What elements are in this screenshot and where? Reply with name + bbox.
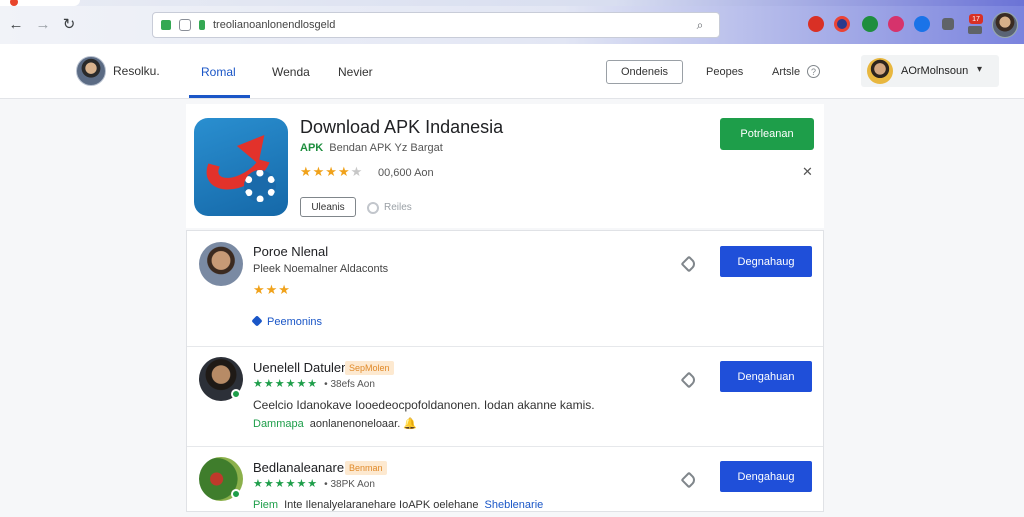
nav-tab-3[interactable]: Nevier xyxy=(338,65,373,79)
star-icons: ★★★★ xyxy=(300,164,351,179)
extension-chrome-icon[interactable] xyxy=(834,16,850,32)
footer-green-label[interactable]: Dammapa xyxy=(253,418,304,430)
reviewer-name[interactable]: Uenelell Datulen xyxy=(253,360,348,375)
app-sub-label[interactable]: Reiles xyxy=(384,202,412,213)
extension-pink-icon[interactable] xyxy=(888,16,904,32)
back-button[interactable]: ← xyxy=(6,14,26,34)
app-title: Download APK Indanesia xyxy=(300,117,504,137)
site-settings-icon[interactable] xyxy=(179,19,191,31)
footer-link[interactable]: Sheblenarie xyxy=(485,499,544,511)
app-header-card: Download APK Indanesia APK Bendan APK Yz … xyxy=(186,104,824,228)
tag-icon[interactable] xyxy=(680,471,698,489)
rating-stars: ★★★ xyxy=(253,282,291,297)
star-icons: ★★★★★★ xyxy=(253,478,319,490)
reviewer-subtitle: Pleek Noemalner Aldaconts xyxy=(253,263,389,275)
verified-icon xyxy=(231,389,241,399)
forward-button[interactable]: → xyxy=(33,14,53,34)
tag-icon[interactable] xyxy=(680,255,698,273)
app-icon xyxy=(194,118,288,216)
footer-green-label[interactable]: Piem xyxy=(253,499,278,511)
url-text[interactable]: treolianoanlonendlosgeld xyxy=(213,19,335,31)
status-badge: Benman xyxy=(345,461,387,475)
reload-button[interactable]: ↻ xyxy=(59,14,79,34)
review-link-label: Peemonins xyxy=(267,316,323,328)
secure-icon xyxy=(199,20,205,30)
reviewer-name[interactable]: Poroe Nlenal xyxy=(253,244,328,259)
app-review-count: 00,600 Aon xyxy=(378,167,434,179)
rating-stars: ★★★★★★ • 38efs Aon xyxy=(253,377,375,390)
download-button[interactable]: Dengahuan xyxy=(720,361,812,392)
install-button[interactable]: Potrleanan xyxy=(720,118,814,150)
circle-icon xyxy=(367,202,379,214)
developer-tag: APK xyxy=(300,142,324,154)
help-icon[interactable]: ? xyxy=(807,65,820,78)
list-item: Bedlanaleanarela Benman ★★★★★★ • 38PK Aon… xyxy=(187,447,823,517)
review-text: Ceelcio Idanokave Iooedeocpofoldanonen. … xyxy=(253,398,595,412)
gear-icon xyxy=(244,170,276,202)
list-item: Uenelell Datulen SepMolen ★★★★★★ • 38efs … xyxy=(187,347,823,447)
user-name: AOrMolnsoun xyxy=(901,65,969,77)
downloads-icon[interactable] xyxy=(968,26,982,34)
reviewer-name[interactable]: Bedlanaleanarela xyxy=(253,460,354,475)
chevron-down-icon: ▾ xyxy=(977,64,983,75)
star-empty-icon: ★ xyxy=(350,164,364,179)
extension-green-icon[interactable] xyxy=(862,16,878,32)
review-footer: Dammapa aonlanenoneloaar. 🔔 xyxy=(253,417,417,430)
review-meta: • 38efs Aon xyxy=(324,379,375,390)
review-list: Poroe Nlenal Pleek Noemalner Aldaconts ★… xyxy=(186,230,824,512)
extension-puzzle-icon[interactable] xyxy=(942,18,954,30)
people-link[interactable]: Peopes xyxy=(706,66,743,78)
link-icon xyxy=(251,315,263,327)
brand-name[interactable]: Resolku. xyxy=(113,64,160,78)
review-footer: Piem Inte Ilenalyelaranehare IoAPK oeleha… xyxy=(253,499,543,511)
extension-red-icon[interactable] xyxy=(808,16,824,32)
lock-icon[interactable] xyxy=(161,20,171,30)
status-badge: SepMolen xyxy=(345,361,394,375)
download-button[interactable]: Dengahaug xyxy=(720,461,812,492)
star-icons: ★★★★★★ xyxy=(253,378,319,390)
outline-header-button[interactable]: Ondeneis xyxy=(606,60,683,84)
extension-badge[interactable]: 17 xyxy=(969,14,983,24)
category-button[interactable]: Uleanis xyxy=(300,197,356,217)
download-button[interactable]: Degnahaug xyxy=(720,246,812,277)
list-item: Poroe Nlenal Pleek Noemalner Aldaconts ★… xyxy=(187,231,823,347)
footer-text: Inte Ilenalyelaranehare IoAPK oelehane xyxy=(284,499,479,511)
rating-stars: ★★★★★★ • 38PK Aon xyxy=(253,477,375,490)
close-icon[interactable]: ✕ xyxy=(802,164,813,180)
address-bar[interactable]: treolianoanlonendlosgeld ⌕ xyxy=(152,12,720,38)
verified-icon xyxy=(231,489,241,499)
active-tab-indicator xyxy=(189,95,250,98)
bell-icon: 🔔 xyxy=(403,418,418,430)
nav-tab-2[interactable]: Wenda xyxy=(272,65,310,79)
article-link[interactable]: Artsle xyxy=(772,66,800,78)
footer-text: aonlanenoneloaar. xyxy=(309,418,401,430)
nav-tab-home[interactable]: Romal xyxy=(201,65,236,79)
extension-blue-icon[interactable] xyxy=(914,16,930,32)
review-link[interactable]: Peemonins xyxy=(251,315,323,328)
brand-avatar[interactable] xyxy=(76,56,106,86)
avatar[interactable] xyxy=(199,242,243,286)
tag-icon[interactable] xyxy=(680,371,698,389)
user-menu[interactable]: AOrMolnsoun ▾ xyxy=(861,55,999,87)
developer-text: Bendan APK Yz Bargat xyxy=(329,142,443,154)
review-meta: • 38PK Aon xyxy=(324,479,375,490)
profile-avatar[interactable] xyxy=(992,12,1018,38)
app-developer[interactable]: APK Bendan APK Yz Bargat xyxy=(300,142,443,154)
user-avatar xyxy=(867,58,893,84)
app-rating-stars: ★★★★★ xyxy=(300,164,363,180)
browser-toolbar: ← → ↻ treolianoanlonendlosgeld ⌕ 17 xyxy=(0,6,1024,44)
search-icon[interactable]: ⌕ xyxy=(693,18,707,32)
site-header: Resolku. Romal Wenda Nevier Ondeneis Peo… xyxy=(0,44,1024,99)
